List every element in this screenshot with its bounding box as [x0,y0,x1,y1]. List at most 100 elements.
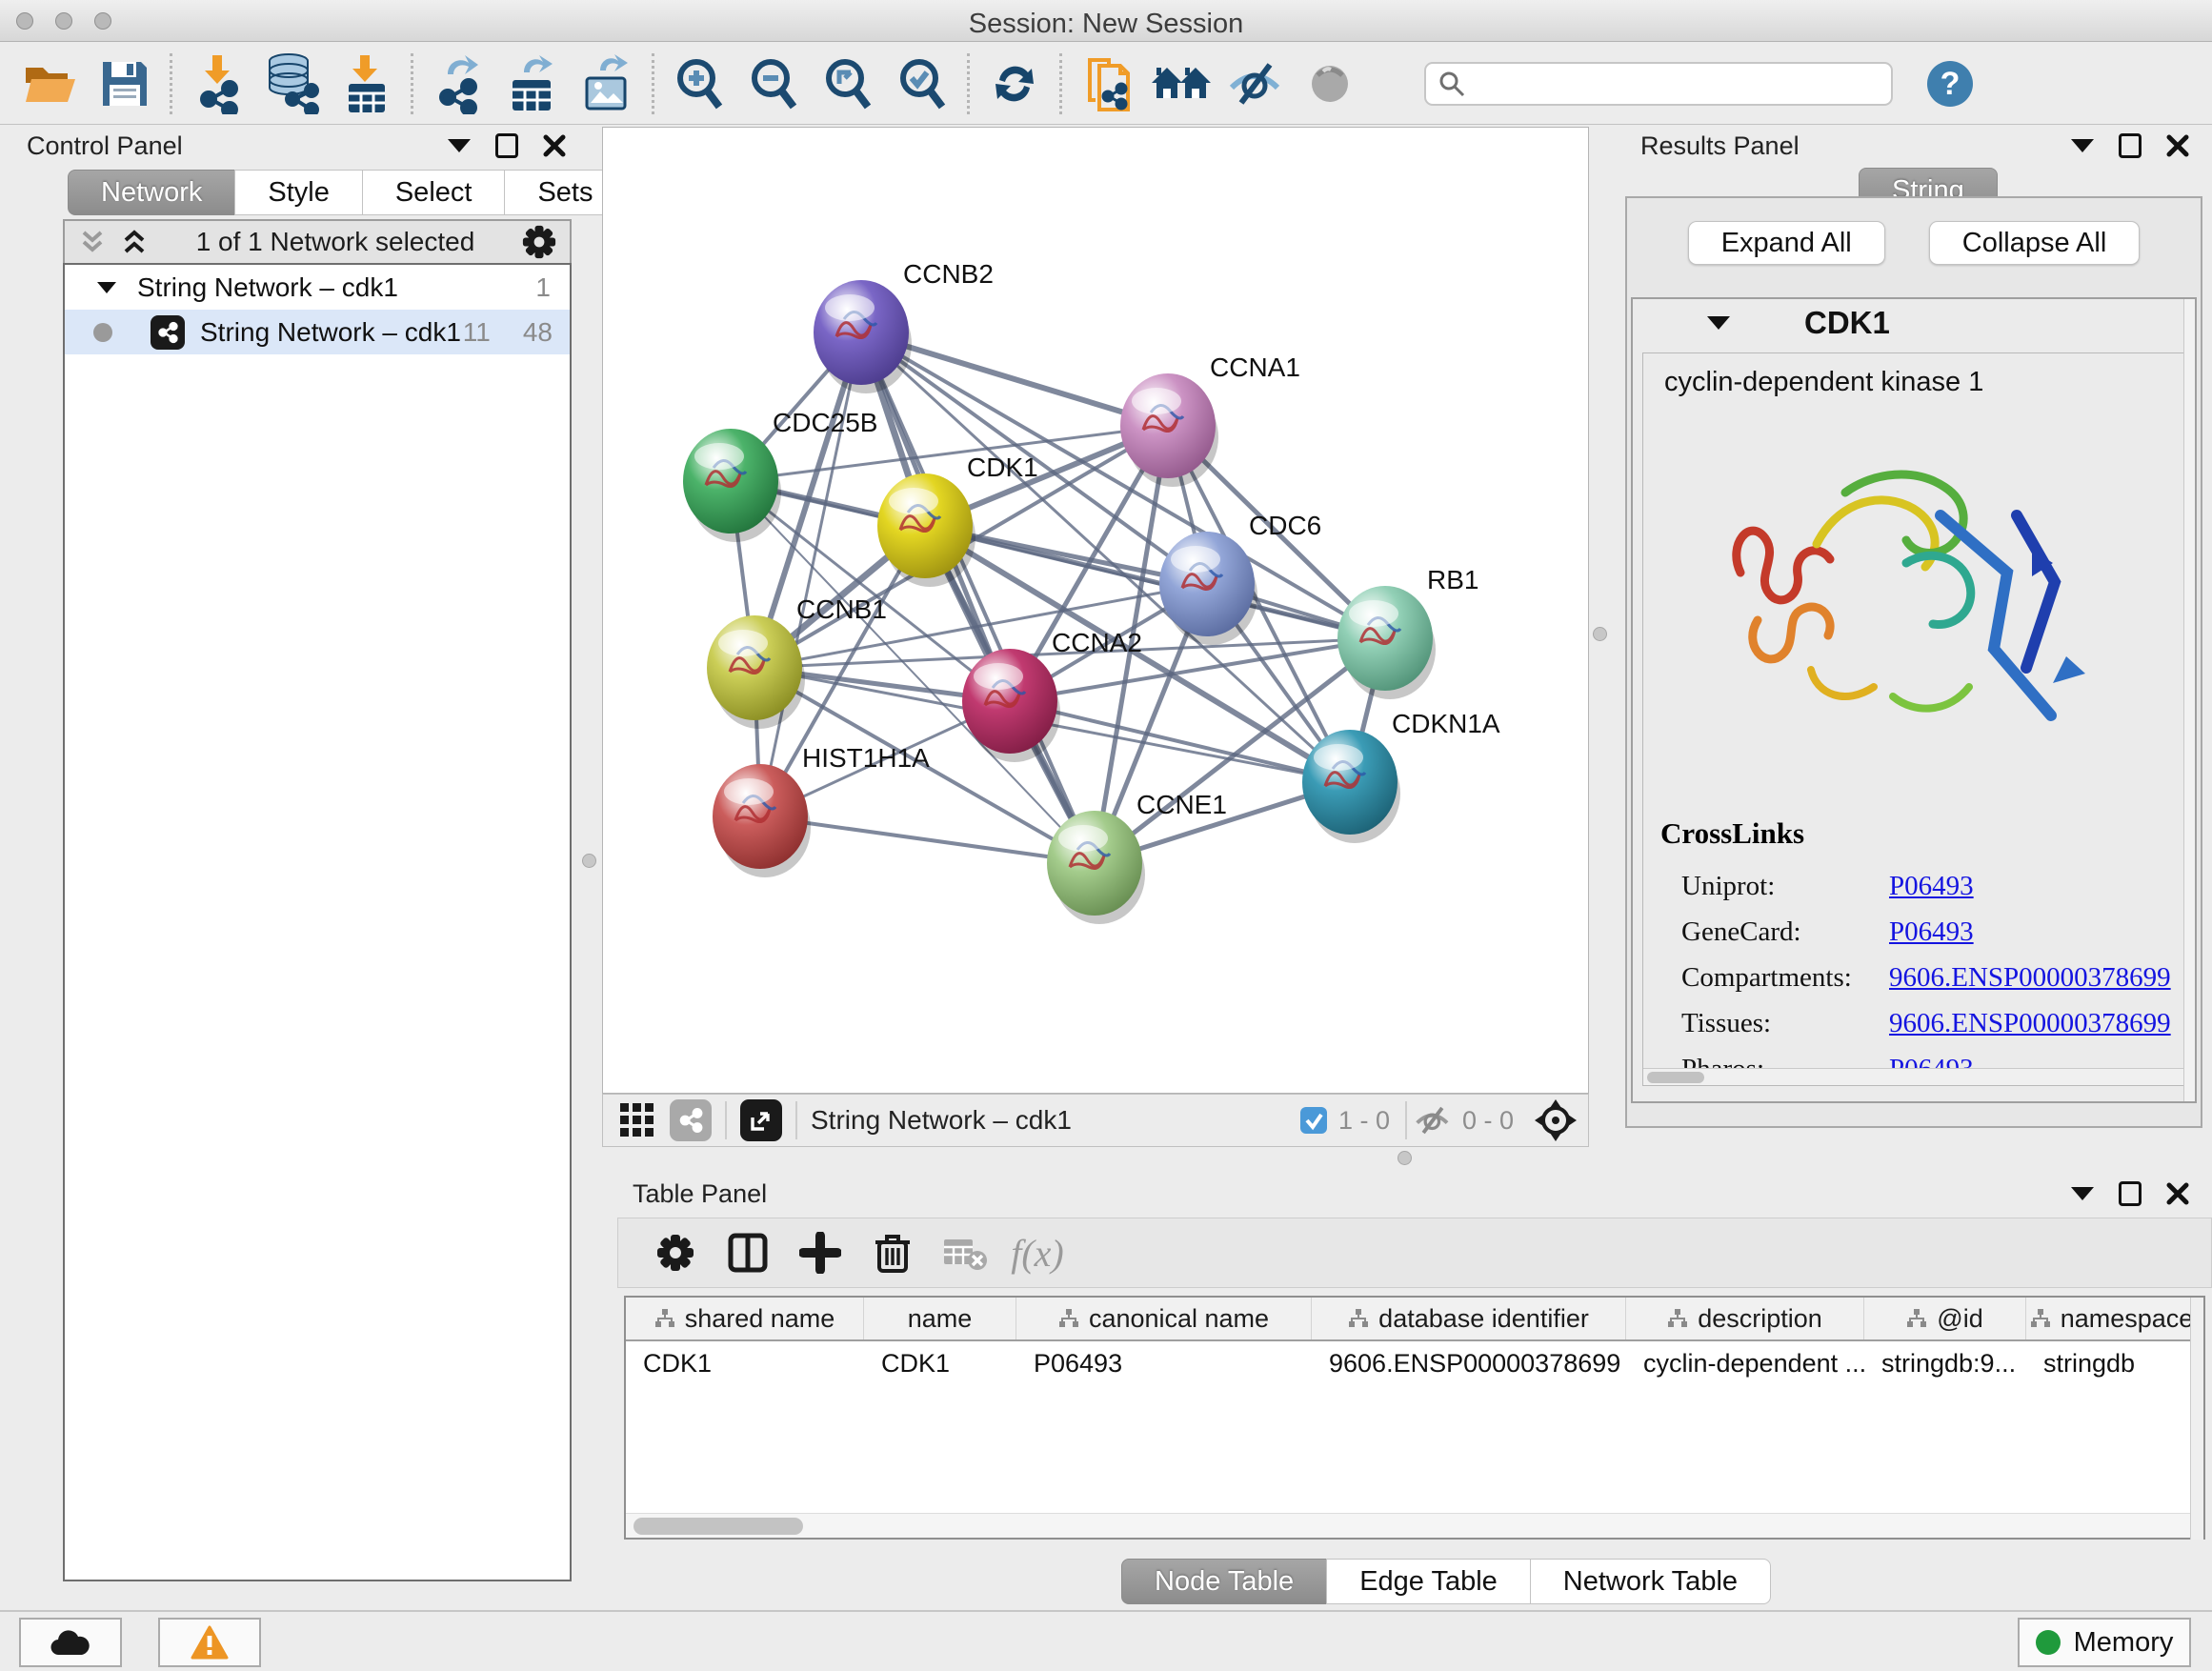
network-canvas[interactable]: CCNB2CCNA1CDC25BCDK1CDC6RB1CCNB1CCNA2CDK… [602,127,1589,1094]
collapse-all-button[interactable]: Collapse All [1929,221,2141,265]
column-header--id[interactable]: @id [1864,1298,2026,1339]
network-node-cdk1[interactable]: CDK1 [877,453,1038,587]
houses-button[interactable] [1144,50,1218,118]
results-hscroll-thumb[interactable] [1647,1072,1704,1083]
cloud-status-button[interactable] [19,1618,122,1667]
table-cell[interactable]: stringdb [2026,1341,2198,1385]
open-session-button[interactable] [13,50,88,118]
left-splitter-handle[interactable] [582,854,596,868]
table-row[interactable]: CDK1CDK1P064939606.ENSP00000378699cyclin… [626,1341,2203,1385]
network-row-label: String Network – cdk1 [200,317,461,348]
table-cell[interactable]: CDK1 [626,1341,864,1385]
network-edge[interactable] [861,332,1095,863]
zoom-fit-button[interactable] [811,50,885,118]
warnings-button[interactable] [158,1618,261,1667]
copy-network-button[interactable] [1070,50,1144,118]
table-cell[interactable]: stringdb:9... [1864,1341,2026,1385]
export-network-button[interactable] [421,50,495,118]
import-network-database-button[interactable] [254,50,329,118]
column-header-name[interactable]: name [864,1298,1016,1339]
network-options-gear-icon[interactable] [522,225,556,259]
table-cell[interactable]: 9606.ENSP00000378699 [1312,1341,1626,1385]
table-options-button[interactable] [639,1222,712,1283]
birds-eye-view-icon[interactable] [740,1099,782,1141]
expand-all-button[interactable]: Expand All [1688,221,1885,265]
tab-select[interactable]: Select [362,170,506,215]
results-vscroll[interactable] [2183,299,2195,1101]
tab-network[interactable]: Network [68,170,235,215]
protein-structure-image [1702,401,2122,782]
column-header-canonical-name[interactable]: canonical name [1016,1298,1312,1339]
expand-all-chevron-icon[interactable] [120,228,149,256]
export-image-button[interactable] [570,50,644,118]
network-row[interactable]: String Network – cdk1 11 48 [65,310,570,354]
save-session-button[interactable] [88,50,162,118]
selected-checkbox-icon[interactable] [1298,1105,1329,1136]
tab-node-table[interactable]: Node Table [1121,1559,1327,1604]
tab-style[interactable]: Style [234,170,362,215]
network-node-rb1[interactable]: RB1 [1337,565,1478,699]
zoom-out-button[interactable] [736,50,811,118]
search-input[interactable] [1466,69,1866,98]
table-panel-close-icon[interactable] [2166,1182,2189,1205]
delete-column-button[interactable] [856,1222,929,1283]
network-share-view-icon[interactable] [670,1099,712,1141]
control-panel-close-icon[interactable] [543,134,566,157]
column-header-database-identifier[interactable]: database identifier [1312,1298,1626,1339]
status-bar: Memory [0,1610,2212,1671]
crosslink-link[interactable]: P06493 [1889,871,1974,902]
refresh-button[interactable] [977,50,1052,118]
show-eye-button[interactable] [1293,50,1367,118]
create-column-button[interactable] [784,1222,856,1283]
collection-expand-icon[interactable] [97,282,116,293]
table-cell[interactable]: P06493 [1016,1341,1312,1385]
table-cell[interactable]: cyclin-dependent ... [1626,1341,1864,1385]
bottom-splitter-handle[interactable] [1398,1151,1412,1165]
tab-edge-table[interactable]: Edge Table [1326,1559,1531,1604]
control-panel-float-icon[interactable] [495,133,518,158]
table-vscroll[interactable] [2190,1298,2203,1540]
fit-selected-crosshair-icon[interactable] [1533,1097,1579,1143]
results-panel-float-icon[interactable] [2119,133,2142,158]
search-box[interactable] [1424,62,1893,106]
crosslink-link[interactable]: 9606.ENSP00000378699 [1889,1008,2171,1039]
network-node-cdc6[interactable]: CDC6 [1159,511,1321,645]
network-node-cdkn1a[interactable]: CDKN1A [1302,709,1500,843]
results-panel-collapse-icon[interactable] [2071,139,2094,152]
hidden-eye-icon [1413,1104,1453,1137]
zoom-in-icon [672,55,727,112]
table-hscroll[interactable] [626,1513,2190,1538]
network-collection-row[interactable]: String Network – cdk1 1 [65,265,570,310]
memory-button[interactable]: Memory [2018,1618,2191,1667]
column-tree-icon [1058,1308,1079,1329]
refresh-icon [988,57,1041,111]
table-cell[interactable]: CDK1 [864,1341,1016,1385]
grid-view-icon[interactable] [618,1101,656,1139]
collapse-all-chevron-icon[interactable] [78,228,107,256]
control-panel-collapse-icon[interactable] [448,139,471,152]
zoom-in-button[interactable] [662,50,736,118]
show-columns-button[interactable] [712,1222,784,1283]
crosslink-row: Compartments:9606.ENSP00000378699 [1681,962,2177,994]
column-header-namespace[interactable]: namespace [2026,1298,2198,1339]
column-header-description[interactable]: description [1626,1298,1864,1339]
hide-eye-button[interactable] [1218,50,1293,118]
column-header-shared-name[interactable]: shared name [626,1298,864,1339]
crosslink-link[interactable]: P06493 [1889,916,1974,948]
table-panel-float-icon[interactable] [2119,1181,2142,1206]
cdk1-collapse-icon[interactable] [1707,316,1730,330]
import-table-file-button[interactable] [329,50,403,118]
table-panel-collapse-icon[interactable] [2071,1187,2094,1200]
results-panel-close-icon[interactable] [2166,134,2189,157]
tab-network-table[interactable]: Network Table [1530,1559,1771,1604]
import-network-file-button[interactable] [180,50,254,118]
zoom-selected-button[interactable] [885,50,959,118]
network-edge[interactable] [925,526,1385,638]
network-node-hist1h1a[interactable]: HIST1H1A [713,743,930,877]
network-node-ccne1[interactable]: CCNE1 [1047,790,1227,924]
export-table-button[interactable] [495,50,570,118]
right-splitter-handle[interactable] [1593,627,1607,641]
help-button[interactable]: ? [1925,59,1975,109]
crosslink-link[interactable]: 9606.ENSP00000378699 [1889,962,2171,994]
table-hscroll-thumb[interactable] [633,1518,803,1535]
